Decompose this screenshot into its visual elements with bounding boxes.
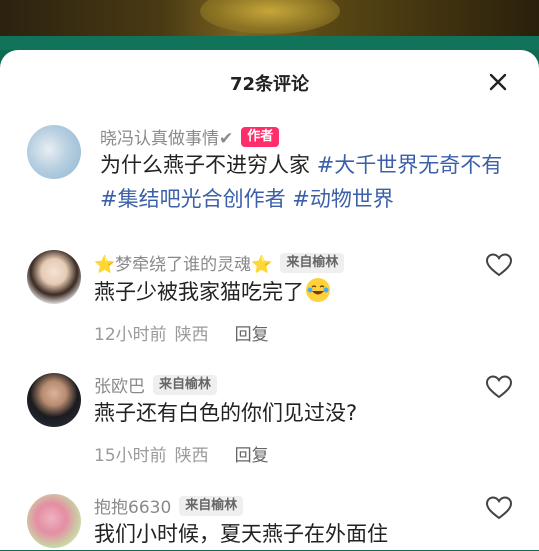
comment-time: 15小时前	[94, 446, 167, 466]
close-icon	[489, 73, 507, 91]
crying-laughing-emoji	[306, 278, 330, 302]
post-body: 为什么燕子不进穷人家	[100, 153, 317, 177]
like-button[interactable]	[485, 252, 513, 278]
reply-button[interactable]: 回复	[235, 320, 269, 345]
comment-meta: 12小时前 陕西 回复	[94, 320, 269, 345]
post-author-name[interactable]: 晓冯认真做事情✔	[100, 124, 233, 149]
commenter-name[interactable]: 张欧巴	[94, 372, 145, 397]
avatar[interactable]	[27, 250, 81, 304]
comments-count-title: 72条评论	[229, 74, 310, 95]
commenter-name[interactable]: ⭐梦牵绕了谁的灵魂⭐	[94, 250, 272, 275]
post-author-row: 晓冯认真做事情✔ 作者	[100, 124, 280, 149]
comment-body: 燕子少被我家猫吃完了	[94, 280, 304, 304]
hashtag[interactable]: #集结吧光合创作者	[100, 187, 286, 211]
hashtag[interactable]: #大千世界无奇不有	[317, 153, 503, 177]
comment-text: 燕子少被我家猫吃完了	[94, 275, 330, 309]
comment-header: 抱抱6630 来自榆林	[94, 493, 244, 518]
hashtag[interactable]: #动物世界	[292, 187, 394, 211]
heart-outline-icon	[485, 496, 513, 520]
commenter-name[interactable]: 抱抱6630	[94, 493, 171, 518]
avatar[interactable]	[27, 494, 81, 548]
author-badge: 作者	[241, 126, 280, 147]
comment-header: ⭐梦牵绕了谁的灵魂⭐ 来自榆林	[94, 250, 345, 275]
location-badge: 来自榆林	[280, 252, 345, 273]
like-button[interactable]	[485, 495, 513, 521]
like-button[interactable]	[485, 374, 513, 400]
avatar[interactable]	[27, 125, 81, 179]
avatar[interactable]	[27, 373, 81, 427]
comment-time: 12小时前	[94, 325, 167, 345]
comment-text: 燕子还有白色的你们见过没?	[94, 401, 358, 425]
close-button[interactable]	[484, 68, 512, 96]
comment-meta: 15小时前 陕西 回复	[94, 441, 269, 466]
heart-outline-icon	[485, 253, 513, 277]
teal-strip	[0, 36, 539, 50]
comments-sheet: 72条评论 晓冯认真做事情✔ 作者 为什么燕子不进穷人家 #大千世界无奇不有 #…	[0, 50, 539, 550]
comment-region: 陕西	[174, 446, 209, 466]
comment-text: 我们小时候，夏天燕子在外面住	[94, 522, 388, 546]
location-badge: 来自榆林	[179, 495, 244, 516]
post-text: 为什么燕子不进穷人家 #大千世界无奇不有 #集结吧光合创作者 #动物世界	[100, 148, 510, 216]
comment-region: 陕西	[174, 325, 209, 345]
location-badge: 来自榆林	[153, 374, 218, 395]
reply-button[interactable]: 回复	[235, 441, 269, 466]
comment-header: 张欧巴 来自榆林	[94, 372, 218, 397]
heart-outline-icon	[485, 375, 513, 399]
video-background	[0, 0, 539, 40]
